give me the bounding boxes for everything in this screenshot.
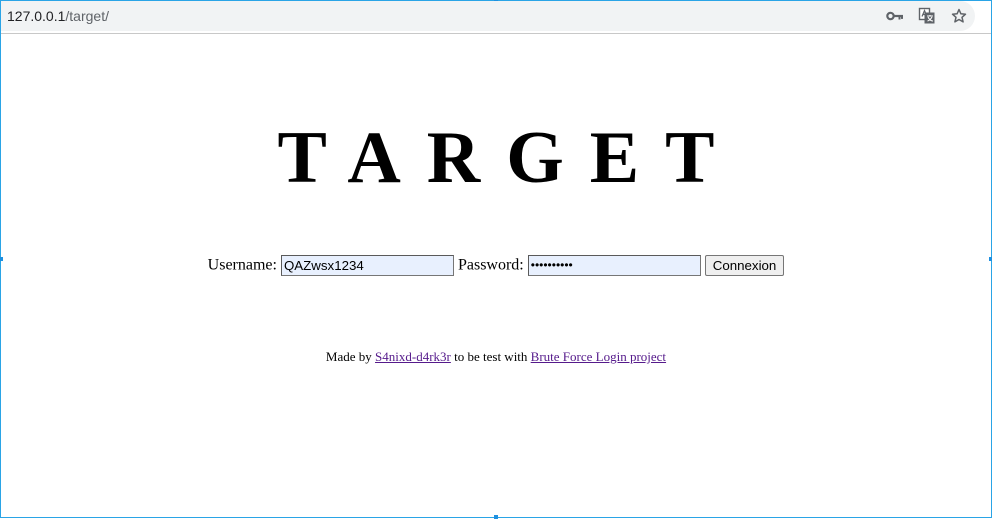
page-title: TARGET (277, 117, 741, 199)
author-link[interactable]: S4nixd-d4rk3r (375, 349, 451, 364)
username-input[interactable]: QAZwsx1234 (280, 255, 454, 276)
project-link[interactable]: Brute Force Login project (531, 349, 666, 364)
resize-handle-bottom[interactable] (494, 515, 498, 519)
url-path: /target/ (65, 8, 109, 24)
credits-line: Made by S4nixd-d4rk3r to be test with Br… (0, 349, 992, 365)
url-host: 127.0.0.1 (7, 8, 66, 24)
url-text[interactable]: 127.0.0.1/target/ (7, 8, 109, 24)
username-label: Username: (207, 256, 277, 274)
middle-text: to be test with (454, 349, 528, 364)
toolbar-divider (1, 33, 991, 34)
address-bar[interactable]: 127.0.0.1/target/ (1, 1, 975, 31)
star-icon[interactable] (948, 6, 970, 26)
password-label: Password: (457, 256, 524, 274)
login-form: Username: QAZwsx1234 Password: •••••••••… (0, 255, 992, 276)
made-by-text: Made by (325, 349, 372, 364)
connexion-button[interactable]: Connexion (704, 255, 785, 276)
key-icon[interactable] (884, 6, 906, 26)
translate-icon[interactable] (916, 6, 938, 26)
password-input[interactable]: •••••••••• (527, 255, 701, 276)
